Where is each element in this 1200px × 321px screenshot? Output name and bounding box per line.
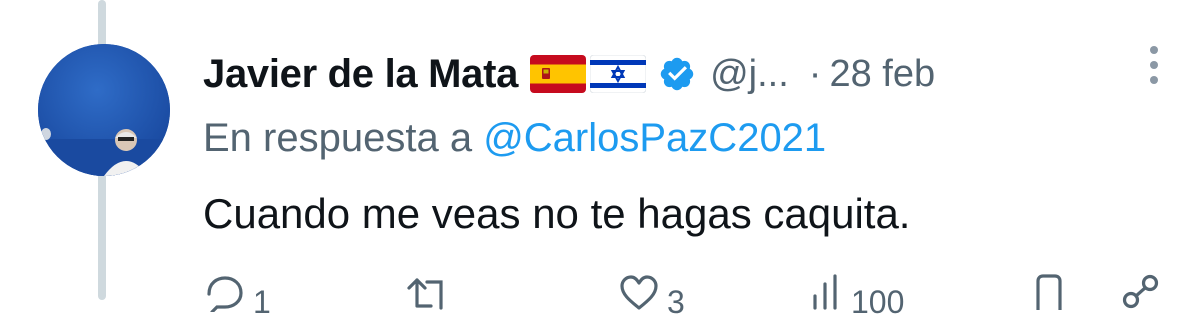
israel-flag-icon [590, 55, 647, 93]
bookmark-icon [1036, 274, 1062, 310]
reply-prefix: En respuesta a [203, 116, 473, 160]
bookmark-button[interactable] [1031, 272, 1067, 312]
avatar[interactable] [38, 44, 170, 176]
reply-count: 1 [253, 284, 271, 320]
like-icon [620, 275, 658, 310]
reply-context: En respuesta a @CarlosPazC2021 [203, 116, 826, 161]
flags [530, 55, 647, 93]
share-button[interactable] [1119, 272, 1163, 312]
views-count: 100 [851, 284, 905, 320]
action-bar: 1 3 100 [195, 272, 1175, 320]
author-name[interactable]: Javier de la Mata [203, 52, 518, 97]
separator-dot: · [808, 52, 822, 95]
like-count: 3 [667, 284, 685, 320]
retweet-button[interactable] [403, 272, 455, 312]
reply-to-link[interactable]: @CarlosPazC2021 [483, 116, 826, 160]
views-icon [813, 274, 837, 310]
share-icon [1122, 274, 1159, 309]
tweet-header: Javier de la Mata @j... · 28 feb [203, 46, 935, 102]
reply-icon [207, 276, 243, 312]
retweet-icon [407, 278, 443, 310]
spain-flag-icon [530, 55, 587, 93]
tweet-text: Cuando me veas no te hagas caquita. [203, 190, 911, 237]
tweet-date[interactable]: 28 feb [829, 53, 935, 96]
more-icon[interactable] [1140, 40, 1168, 90]
reply-button[interactable]: 1 [203, 272, 271, 321]
views-button[interactable]: 100 [809, 272, 904, 321]
like-button[interactable]: 3 [617, 272, 685, 321]
verified-badge-icon [660, 57, 694, 91]
author-handle[interactable]: @j... [710, 53, 789, 96]
